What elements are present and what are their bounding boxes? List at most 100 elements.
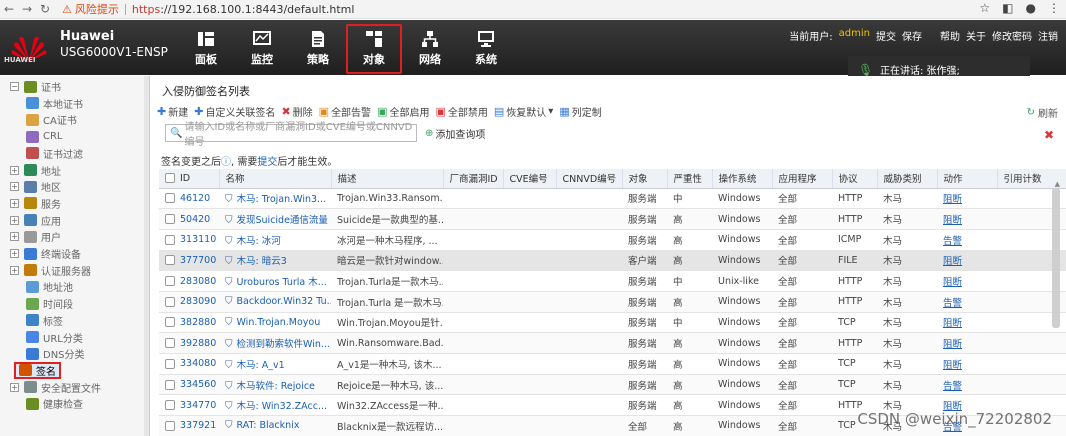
cell-name-text[interactable]: 发现Suicide通信流量 bbox=[237, 215, 328, 226]
expand-icon[interactable]: + bbox=[10, 265, 19, 275]
table-scrollbar[interactable] bbox=[1052, 188, 1060, 328]
change-password-link[interactable]: 修改密码 bbox=[992, 28, 1032, 43]
delete-button[interactable]: ✖ 删除 bbox=[281, 104, 312, 119]
sidebar-item[interactable]: 本地证书 bbox=[26, 95, 83, 112]
sidebar-item[interactable]: DNS分类 bbox=[26, 345, 85, 362]
cell-action-text[interactable]: 阻断 bbox=[943, 339, 962, 350]
save-link[interactable]: 保存 bbox=[902, 28, 922, 43]
row-checkbox[interactable] bbox=[165, 379, 175, 390]
custom-assoc-button[interactable]: ✚ 自定义关联签名 bbox=[194, 104, 275, 119]
cell-id-text[interactable]: 337921 bbox=[180, 420, 216, 431]
sidebar-item[interactable]: 健康检查 bbox=[26, 395, 83, 412]
column-header[interactable]: 协议 bbox=[832, 169, 878, 189]
cell-action[interactable]: 阻断 bbox=[937, 208, 997, 230]
cell-action[interactable]: 告警 bbox=[937, 291, 997, 313]
cell-id-text[interactable]: 46120 bbox=[180, 193, 210, 204]
cell-action-text[interactable]: 告警 bbox=[943, 381, 962, 392]
cell-id-text[interactable]: 50420 bbox=[180, 214, 210, 225]
cell-name-text[interactable]: Uroburos Turla 木... bbox=[237, 277, 327, 288]
help-icon[interactable]: ⓘ bbox=[221, 157, 231, 168]
cell-action-text[interactable]: 阻断 bbox=[943, 215, 962, 226]
sidebar-item[interactable]: + 终端设备 bbox=[10, 245, 81, 262]
column-header[interactable]: CNNVD编号 bbox=[556, 169, 623, 189]
cell-name-text[interactable]: 木马软件: Rejoice bbox=[237, 381, 315, 392]
add-query-button[interactable]: ⊕ 添加查询项 bbox=[425, 126, 485, 141]
cell-action-text[interactable]: 阻断 bbox=[943, 194, 962, 205]
cell-action-text[interactable]: 告警 bbox=[943, 298, 962, 309]
cell-id-text[interactable]: 313110 bbox=[180, 234, 216, 245]
notice-commit-link[interactable]: 提交 bbox=[257, 157, 277, 168]
help-link[interactable]: 帮助 bbox=[940, 28, 960, 43]
sidebar-item[interactable]: 时间段 bbox=[26, 295, 73, 312]
logout-link[interactable]: 注销 bbox=[1038, 28, 1058, 43]
expand-icon[interactable]: + bbox=[10, 165, 19, 175]
sidebar-item[interactable]: CA证书 bbox=[26, 111, 77, 128]
alert-all-button[interactable]: ▣ 全部告警 bbox=[319, 104, 371, 119]
forward-icon[interactable]: → bbox=[18, 2, 36, 16]
back-icon[interactable]: ← bbox=[0, 2, 18, 16]
restore-default-button[interactable]: ▤ 恢复默认 ▾ bbox=[494, 104, 553, 119]
column-header[interactable]: 威胁类别 bbox=[877, 169, 938, 189]
cell-id-text[interactable]: 392880 bbox=[180, 338, 216, 349]
table-row[interactable]: 334080 ⛉ 木马: A_v1 A_v1是一种木马, 该木... 服务端 高 Windo… bbox=[159, 353, 1066, 375]
cell-action-text[interactable]: 阻断 bbox=[943, 256, 962, 267]
url-scheme[interactable]: https bbox=[132, 3, 160, 16]
expand-icon[interactable]: + bbox=[10, 198, 19, 208]
cell-id-text[interactable]: 377700 bbox=[180, 255, 216, 266]
cell-name-text[interactable]: 检测到勒索软件Win... bbox=[237, 339, 330, 350]
sidebar-item[interactable]: + 安全配置文件 bbox=[10, 379, 101, 396]
cell-action[interactable]: 阻断 bbox=[937, 353, 997, 375]
cell-name-text[interactable]: 木马: A_v1 bbox=[237, 360, 285, 371]
sidepanel-icon[interactable]: ◧ bbox=[1002, 1, 1013, 15]
cell-action[interactable]: 阻断 bbox=[937, 250, 997, 272]
sidebar-item[interactable]: 地址池 bbox=[26, 278, 73, 295]
table-row[interactable]: 382880 ⛉ Win.Trojan.Moyou Win.Trojan.Moyou是… bbox=[159, 312, 1066, 334]
column-header[interactable]: 对象 bbox=[622, 169, 668, 189]
enable-all-button[interactable]: ▣ 全部启用 bbox=[377, 104, 429, 119]
expand-icon[interactable]: + bbox=[10, 215, 19, 225]
column-header[interactable]: ID bbox=[159, 169, 220, 189]
column-header[interactable]: 动作 bbox=[937, 169, 998, 189]
row-checkbox[interactable] bbox=[165, 317, 175, 328]
nav-policy[interactable]: 策略 bbox=[290, 26, 346, 70]
column-header[interactable]: 名称 bbox=[219, 169, 332, 189]
scroll-up-icon[interactable]: ▲ bbox=[1055, 180, 1060, 188]
collapse-icon[interactable]: − bbox=[10, 82, 19, 91]
cell-action-text[interactable]: 阻断 bbox=[943, 318, 962, 329]
sidebar-item[interactable]: 签名 bbox=[14, 361, 61, 379]
table-row[interactable]: 392880 ⛉ 检测到勒索软件Win... Win.Ransomware.Bad..… bbox=[159, 332, 1066, 354]
nav-network[interactable]: 网络 bbox=[402, 26, 458, 70]
row-checkbox[interactable] bbox=[165, 214, 175, 225]
table-row[interactable]: 334560 ⛉ 木马软件: Rejoice Rejoice是一种木马, 该... 服务… bbox=[159, 374, 1066, 396]
expand-icon[interactable]: + bbox=[10, 232, 19, 242]
clear-search-icon[interactable]: ✖ bbox=[1044, 128, 1054, 142]
expand-icon[interactable]: + bbox=[10, 182, 19, 192]
row-checkbox[interactable] bbox=[165, 358, 175, 369]
cell-action-text[interactable]: 阻断 bbox=[943, 277, 962, 288]
nav-monitor[interactable]: 监控 bbox=[234, 26, 290, 70]
sidebar-item[interactable]: + 认证服务器 bbox=[10, 262, 91, 279]
security-warning[interactable]: 风险提示 bbox=[75, 1, 119, 17]
cell-id-text[interactable]: 334560 bbox=[180, 379, 216, 390]
sidebar-item[interactable]: + 用户 bbox=[10, 228, 61, 245]
table-row[interactable]: 313110 ⛉ 木马: 冰河 冰河是一种木马程序, ... 服务端 高 Windows 全部… bbox=[159, 229, 1066, 251]
cell-action[interactable]: 阻断 bbox=[937, 312, 997, 334]
cell-id-text[interactable]: 283080 bbox=[180, 276, 216, 287]
table-row[interactable]: 377700 ⛉ 木马: 暗云3 暗云是一款针对window... 客户端 高 Window… bbox=[159, 250, 1066, 272]
cell-name-text[interactable]: 木马: 冰河 bbox=[237, 236, 281, 247]
cell-action[interactable]: 告警 bbox=[937, 374, 997, 396]
row-checkbox[interactable] bbox=[165, 193, 175, 204]
cell-id-text[interactable]: 283090 bbox=[180, 296, 216, 307]
cell-action-text[interactable]: 告警 bbox=[943, 236, 962, 247]
cell-action[interactable]: 告警 bbox=[937, 229, 997, 251]
sidebar-item[interactable]: − 证书 bbox=[10, 78, 61, 95]
cell-id-text[interactable]: 334770 bbox=[180, 400, 216, 411]
row-checkbox[interactable] bbox=[165, 296, 175, 307]
sidebar-scrollbar[interactable] bbox=[144, 76, 149, 436]
about-link[interactable]: 关于 bbox=[966, 28, 986, 43]
column-header[interactable]: 应用程序 bbox=[772, 169, 833, 189]
nav-object[interactable]: 对象 bbox=[346, 24, 402, 74]
cell-name-text[interactable]: RAT: Blacknix bbox=[237, 420, 300, 431]
select-all-checkbox[interactable] bbox=[165, 173, 175, 184]
cell-name-text[interactable]: Backdoor.Win32 Tu... bbox=[237, 296, 332, 307]
